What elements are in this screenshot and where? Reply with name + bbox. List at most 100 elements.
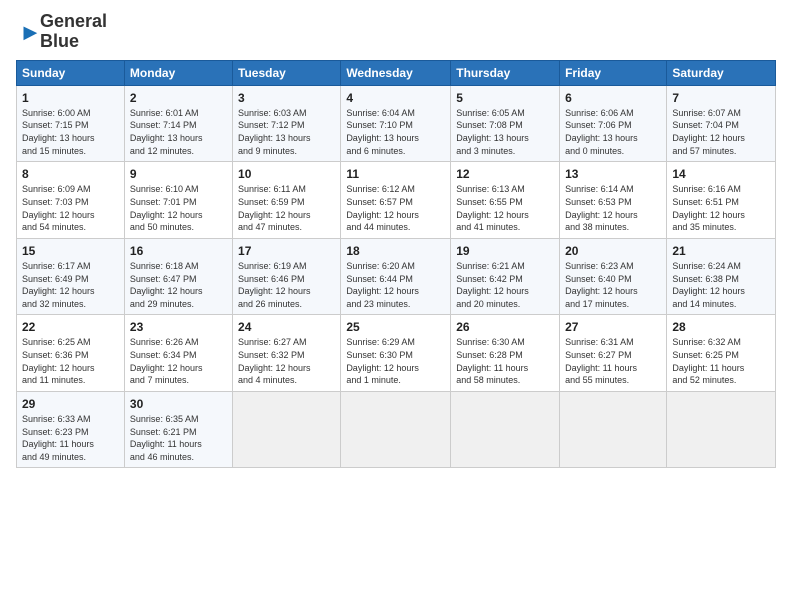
calendar-cell: 20Sunrise: 6:23 AM Sunset: 6:40 PM Dayli… [560,238,667,315]
calendar-cell: 29Sunrise: 6:33 AM Sunset: 6:23 PM Dayli… [17,391,125,468]
logo-icon [18,21,40,43]
day-number: 23 [130,319,227,335]
calendar-cell: 5Sunrise: 6:05 AM Sunset: 7:08 PM Daylig… [451,85,560,162]
calendar-cell: 2Sunrise: 6:01 AM Sunset: 7:14 PM Daylig… [124,85,232,162]
day-header-saturday: Saturday [667,60,776,85]
calendar-cell [667,391,776,468]
calendar-week-row: 22Sunrise: 6:25 AM Sunset: 6:36 PM Dayli… [17,315,776,392]
day-number: 14 [672,166,770,182]
day-number: 19 [456,243,554,259]
day-number: 18 [346,243,445,259]
calendar-cell: 27Sunrise: 6:31 AM Sunset: 6:27 PM Dayli… [560,315,667,392]
day-info: Sunrise: 6:07 AM Sunset: 7:04 PM Dayligh… [672,107,770,157]
calendar-cell [560,391,667,468]
day-info: Sunrise: 6:04 AM Sunset: 7:10 PM Dayligh… [346,107,445,157]
day-number: 26 [456,319,554,335]
day-number: 17 [238,243,335,259]
calendar-cell: 15Sunrise: 6:17 AM Sunset: 6:49 PM Dayli… [17,238,125,315]
day-number: 28 [672,319,770,335]
calendar-cell: 14Sunrise: 6:16 AM Sunset: 6:51 PM Dayli… [667,162,776,239]
calendar-cell: 18Sunrise: 6:20 AM Sunset: 6:44 PM Dayli… [341,238,451,315]
day-info: Sunrise: 6:17 AM Sunset: 6:49 PM Dayligh… [22,260,119,310]
day-info: Sunrise: 6:23 AM Sunset: 6:40 PM Dayligh… [565,260,661,310]
day-number: 11 [346,166,445,182]
calendar-cell: 8Sunrise: 6:09 AM Sunset: 7:03 PM Daylig… [17,162,125,239]
day-header-friday: Friday [560,60,667,85]
day-info: Sunrise: 6:33 AM Sunset: 6:23 PM Dayligh… [22,413,119,463]
day-info: Sunrise: 6:00 AM Sunset: 7:15 PM Dayligh… [22,107,119,157]
calendar-cell: 28Sunrise: 6:32 AM Sunset: 6:25 PM Dayli… [667,315,776,392]
day-number: 9 [130,166,227,182]
day-info: Sunrise: 6:18 AM Sunset: 6:47 PM Dayligh… [130,260,227,310]
day-number: 16 [130,243,227,259]
day-header-thursday: Thursday [451,60,560,85]
day-info: Sunrise: 6:35 AM Sunset: 6:21 PM Dayligh… [130,413,227,463]
day-info: Sunrise: 6:24 AM Sunset: 6:38 PM Dayligh… [672,260,770,310]
day-info: Sunrise: 6:25 AM Sunset: 6:36 PM Dayligh… [22,336,119,386]
calendar-week-row: 29Sunrise: 6:33 AM Sunset: 6:23 PM Dayli… [17,391,776,468]
day-header-sunday: Sunday [17,60,125,85]
calendar-cell [341,391,451,468]
calendar-cell: 26Sunrise: 6:30 AM Sunset: 6:28 PM Dayli… [451,315,560,392]
calendar-cell [233,391,341,468]
calendar-cell: 19Sunrise: 6:21 AM Sunset: 6:42 PM Dayli… [451,238,560,315]
calendar-cell: 3Sunrise: 6:03 AM Sunset: 7:12 PM Daylig… [233,85,341,162]
day-info: Sunrise: 6:32 AM Sunset: 6:25 PM Dayligh… [672,336,770,386]
calendar-cell: 22Sunrise: 6:25 AM Sunset: 6:36 PM Dayli… [17,315,125,392]
day-number: 7 [672,90,770,106]
day-info: Sunrise: 6:09 AM Sunset: 7:03 PM Dayligh… [22,183,119,233]
day-number: 2 [130,90,227,106]
calendar-cell: 7Sunrise: 6:07 AM Sunset: 7:04 PM Daylig… [667,85,776,162]
day-info: Sunrise: 6:26 AM Sunset: 6:34 PM Dayligh… [130,336,227,386]
calendar-cell: 21Sunrise: 6:24 AM Sunset: 6:38 PM Dayli… [667,238,776,315]
calendar-cell: 9Sunrise: 6:10 AM Sunset: 7:01 PM Daylig… [124,162,232,239]
calendar-cell: 30Sunrise: 6:35 AM Sunset: 6:21 PM Dayli… [124,391,232,468]
day-info: Sunrise: 6:01 AM Sunset: 7:14 PM Dayligh… [130,107,227,157]
calendar-cell: 24Sunrise: 6:27 AM Sunset: 6:32 PM Dayli… [233,315,341,392]
day-number: 20 [565,243,661,259]
page-container: General Blue SundayMondayTuesdayWednesda… [0,0,792,476]
calendar-cell: 16Sunrise: 6:18 AM Sunset: 6:47 PM Dayli… [124,238,232,315]
day-info: Sunrise: 6:14 AM Sunset: 6:53 PM Dayligh… [565,183,661,233]
day-info: Sunrise: 6:31 AM Sunset: 6:27 PM Dayligh… [565,336,661,386]
day-number: 3 [238,90,335,106]
logo-text-blue: Blue [40,32,107,52]
day-number: 1 [22,90,119,106]
day-number: 21 [672,243,770,259]
day-info: Sunrise: 6:11 AM Sunset: 6:59 PM Dayligh… [238,183,335,233]
header: General Blue [16,12,776,52]
day-info: Sunrise: 6:20 AM Sunset: 6:44 PM Dayligh… [346,260,445,310]
day-number: 8 [22,166,119,182]
calendar-week-row: 8Sunrise: 6:09 AM Sunset: 7:03 PM Daylig… [17,162,776,239]
day-info: Sunrise: 6:12 AM Sunset: 6:57 PM Dayligh… [346,183,445,233]
day-info: Sunrise: 6:30 AM Sunset: 6:28 PM Dayligh… [456,336,554,386]
day-header-wednesday: Wednesday [341,60,451,85]
calendar-cell: 11Sunrise: 6:12 AM Sunset: 6:57 PM Dayli… [341,162,451,239]
day-number: 27 [565,319,661,335]
day-info: Sunrise: 6:29 AM Sunset: 6:30 PM Dayligh… [346,336,445,386]
day-info: Sunrise: 6:27 AM Sunset: 6:32 PM Dayligh… [238,336,335,386]
day-number: 5 [456,90,554,106]
day-number: 6 [565,90,661,106]
calendar-table: SundayMondayTuesdayWednesdayThursdayFrid… [16,60,776,469]
day-info: Sunrise: 6:05 AM Sunset: 7:08 PM Dayligh… [456,107,554,157]
calendar-body: 1Sunrise: 6:00 AM Sunset: 7:15 PM Daylig… [17,85,776,468]
calendar-cell: 23Sunrise: 6:26 AM Sunset: 6:34 PM Dayli… [124,315,232,392]
day-info: Sunrise: 6:10 AM Sunset: 7:01 PM Dayligh… [130,183,227,233]
calendar-cell: 1Sunrise: 6:00 AM Sunset: 7:15 PM Daylig… [17,85,125,162]
day-number: 22 [22,319,119,335]
calendar-cell: 12Sunrise: 6:13 AM Sunset: 6:55 PM Dayli… [451,162,560,239]
day-info: Sunrise: 6:21 AM Sunset: 6:42 PM Dayligh… [456,260,554,310]
day-number: 25 [346,319,445,335]
calendar-week-row: 15Sunrise: 6:17 AM Sunset: 6:49 PM Dayli… [17,238,776,315]
calendar-cell: 13Sunrise: 6:14 AM Sunset: 6:53 PM Dayli… [560,162,667,239]
day-header-monday: Monday [124,60,232,85]
day-number: 4 [346,90,445,106]
calendar-header-row: SundayMondayTuesdayWednesdayThursdayFrid… [17,60,776,85]
calendar-cell: 6Sunrise: 6:06 AM Sunset: 7:06 PM Daylig… [560,85,667,162]
day-info: Sunrise: 6:16 AM Sunset: 6:51 PM Dayligh… [672,183,770,233]
logo-text-general: General [40,12,107,32]
day-number: 10 [238,166,335,182]
calendar-week-row: 1Sunrise: 6:00 AM Sunset: 7:15 PM Daylig… [17,85,776,162]
calendar-cell [451,391,560,468]
